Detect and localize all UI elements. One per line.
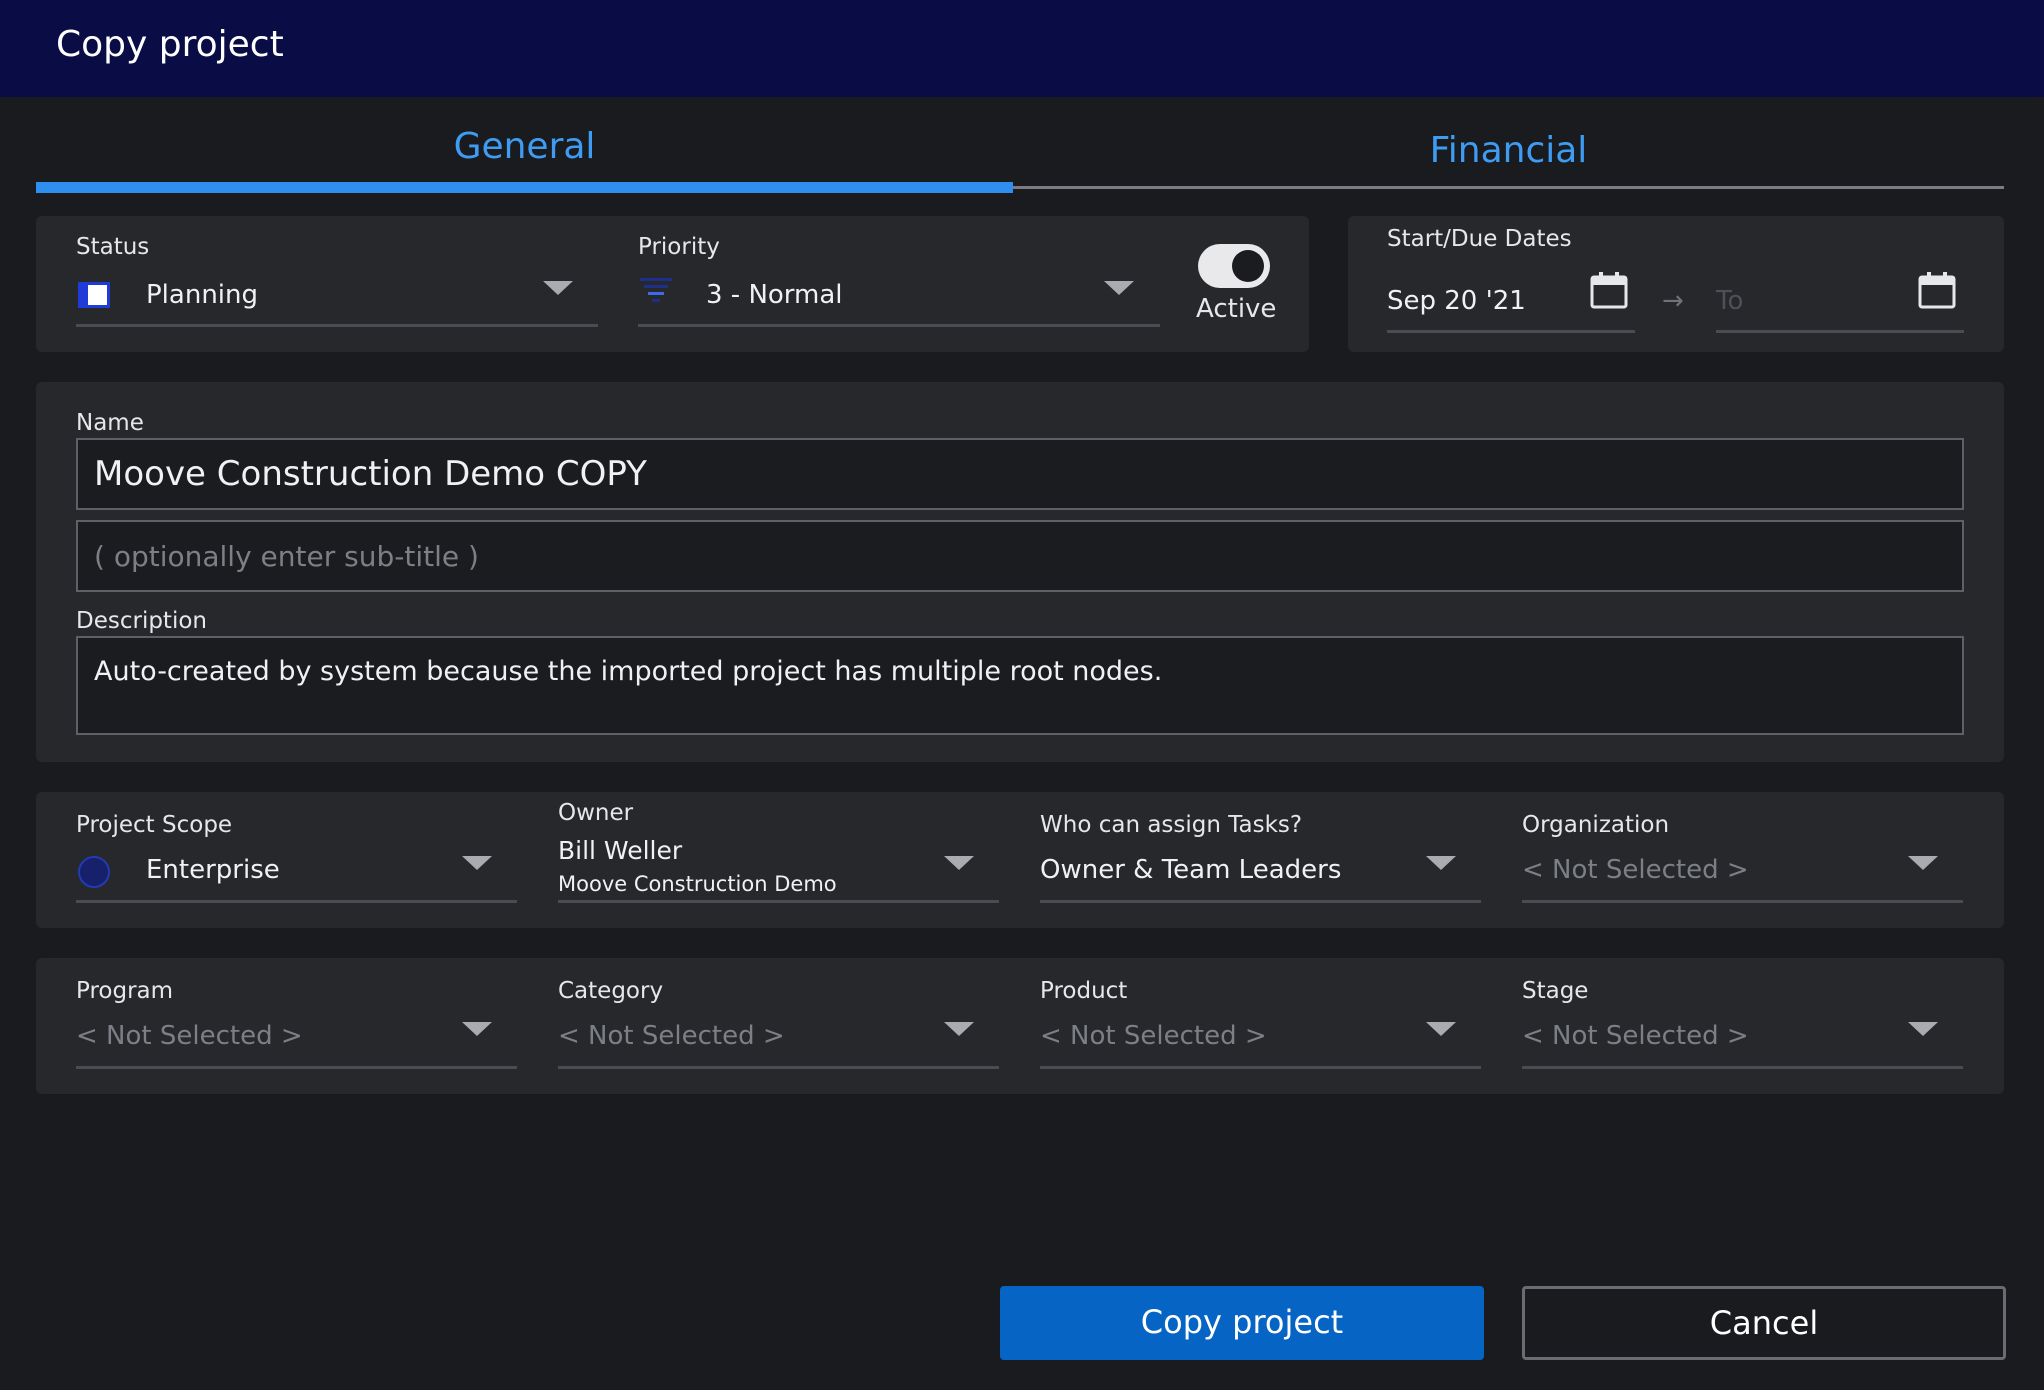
project-scope-chevron-down-icon[interactable] [462,856,492,870]
category-underline [558,1066,999,1069]
start-date-input[interactable]: Sep 20 '21 [1387,286,1526,316]
end-date-input[interactable]: To [1716,286,1743,316]
active-label: Active [1196,294,1277,324]
assign-tasks-chevron-down-icon[interactable] [1426,856,1456,870]
status-label: Status [76,234,150,260]
category-chevron-down-icon[interactable] [944,1022,974,1036]
project-scope-underline [76,900,517,903]
priority-value: 3 - Normal [706,280,843,310]
active-toggle[interactable] [1198,244,1270,288]
assign-tasks-underline [1040,900,1481,903]
owner-label: Owner [558,800,634,826]
tab-financial[interactable]: Financial [1013,120,2004,194]
subtitle-input[interactable]: ( optionally enter sub-title ) [76,520,1964,592]
globe-icon [78,856,110,888]
organization-underline [1522,900,1963,903]
cancel-button[interactable]: Cancel [1522,1286,2006,1360]
tab-active-indicator [36,182,1013,193]
product-label: Product [1040,978,1128,1004]
stage-underline [1522,1066,1963,1069]
name-input[interactable]: Moove Construction Demo COPY [76,438,1964,510]
program-underline [76,1066,517,1069]
name-value: Moove Construction Demo COPY [94,454,647,494]
start-date-underline [1387,330,1635,333]
dialog-titlebar: Copy project [0,0,2044,97]
product-chevron-down-icon[interactable] [1426,1022,1456,1036]
priority-label: Priority [638,234,720,260]
project-scope-label: Project Scope [76,812,233,838]
owner-name: Bill Weller [558,836,683,865]
dates-label: Start/Due Dates [1387,226,1572,252]
organization-value: < Not Selected > [1522,855,1749,885]
date-arrow-icon: → [1662,286,1684,316]
end-date-underline [1716,330,1964,333]
assign-tasks-value: Owner & Team Leaders [1040,855,1342,885]
program-chevron-down-icon[interactable] [462,1022,492,1036]
project-scope-value: Enterprise [146,855,280,885]
organization-chevron-down-icon[interactable] [1908,856,1938,870]
description-textarea[interactable]: Auto-created by system because the impor… [76,636,1964,735]
priority-chevron-down-icon[interactable] [1104,281,1134,295]
owner-underline [558,900,999,903]
status-chevron-down-icon[interactable] [543,281,573,295]
dialog-title: Copy project [56,24,284,65]
project-scope-dropdown[interactable] [76,846,517,902]
priority-icon [640,278,674,308]
status-value: Planning [146,280,258,310]
category-label: Category [558,978,664,1004]
product-underline [1040,1066,1481,1069]
copy-project-button[interactable]: Copy project [1000,1286,1484,1360]
program-value: < Not Selected > [76,1021,303,1051]
name-label: Name [76,410,144,436]
start-calendar-icon[interactable] [1589,270,1629,310]
priority-underline [638,324,1160,327]
organization-label: Organization [1522,812,1670,838]
product-value: < Not Selected > [1040,1021,1267,1051]
end-calendar-icon[interactable] [1917,270,1957,310]
stage-label: Stage [1522,978,1589,1004]
description-label: Description [76,608,207,634]
program-label: Program [76,978,174,1004]
owner-chevron-down-icon[interactable] [944,856,974,870]
category-value: < Not Selected > [558,1021,785,1051]
assign-tasks-label: Who can assign Tasks? [1040,812,1303,838]
description-value: Auto-created by system because the impor… [94,656,1163,687]
status-underline [76,324,598,327]
stage-value: < Not Selected > [1522,1021,1749,1051]
stage-chevron-down-icon[interactable] [1908,1022,1938,1036]
owner-org: Moove Construction Demo [558,872,837,896]
planning-status-icon [78,282,110,308]
subtitle-placeholder: ( optionally enter sub-title ) [94,540,479,573]
toggle-knob [1232,250,1264,282]
